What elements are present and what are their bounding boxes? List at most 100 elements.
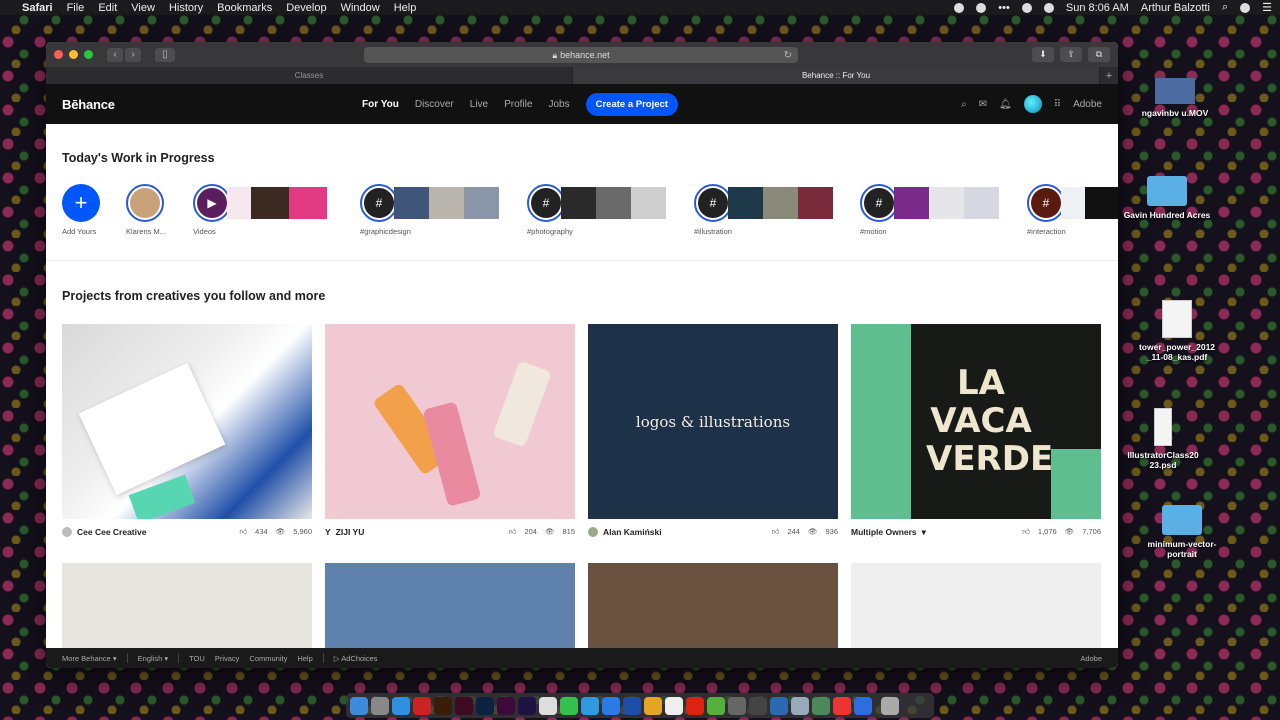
- user-avatar[interactable]: [1023, 95, 1042, 113]
- wip-videos[interactable]: ▶ Videos: [193, 184, 327, 236]
- menu-view[interactable]: View: [131, 2, 155, 14]
- project-thumbnail[interactable]: [325, 563, 575, 648]
- wip-interaction[interactable]: # #interaction: [1027, 184, 1118, 236]
- plus-icon[interactable]: +: [62, 184, 100, 222]
- owner-name[interactable]: ZIJI YU: [336, 527, 365, 537]
- desktop-folder-portrait[interactable]: minimum-vector-portrait: [1137, 505, 1227, 559]
- project-thumbnail[interactable]: [851, 563, 1101, 648]
- tab-behance[interactable]: Behance :: For You: [573, 67, 1100, 84]
- adobe-logo[interactable]: Adobe: [1073, 99, 1102, 110]
- wifi-icon[interactable]: [1021, 2, 1032, 13]
- wip-add-yours[interactable]: + Add Yours: [62, 184, 100, 236]
- reload-icon[interactable]: ↻: [784, 50, 792, 61]
- spotlight-icon[interactable]: ⌕: [1222, 1, 1228, 14]
- footer-help[interactable]: Help: [297, 654, 312, 663]
- project-thumbnail[interactable]: logos & illustrations: [588, 324, 838, 519]
- android-icon[interactable]: [707, 696, 725, 715]
- menu-history[interactable]: History: [169, 2, 203, 14]
- photoshop-icon[interactable]: [476, 696, 494, 715]
- menu-help[interactable]: Help: [394, 2, 417, 14]
- tab-classes[interactable]: Classes: [46, 67, 573, 84]
- language-selector[interactable]: English ▾: [138, 654, 168, 663]
- record-icon[interactable]: [954, 2, 965, 13]
- xd-icon[interactable]: [497, 696, 515, 715]
- network-icon[interactable]: [770, 696, 788, 715]
- desktop-file-pdf[interactable]: tower_power_2012 _11-08_kas.pdf: [1132, 300, 1222, 362]
- illustrator-icon[interactable]: [434, 696, 452, 715]
- more-behance-link[interactable]: More Behance ▾: [62, 654, 117, 663]
- zoom-window-button[interactable]: [84, 50, 93, 59]
- menu-file[interactable]: File: [67, 2, 85, 14]
- siri-icon[interactable]: [1240, 2, 1251, 13]
- notifications-icon[interactable]: 🔔︎: [999, 99, 1012, 110]
- menubar-clock[interactable]: Sun 8:06 AM: [1066, 2, 1129, 14]
- project-card[interactable]: LA VACA VERDE Multiple Owners ▾ 👍︎ 1,076 👁︎…: [851, 324, 1101, 545]
- search-icon[interactable]: ⌕: [961, 99, 967, 110]
- project-thumbnail[interactable]: [62, 324, 312, 519]
- desktop-file-psd[interactable]: IllustratorClass20 23.psd: [1118, 408, 1208, 470]
- acrobat-icon[interactable]: [413, 696, 431, 715]
- facetime-icon[interactable]: [854, 696, 872, 715]
- apps-grid-icon[interactable]: ⠿: [1054, 99, 1061, 110]
- wip-graphicdesign[interactable]: # #graphicdesign: [360, 184, 499, 236]
- tabs-overview-icon[interactable]: ⧉: [1088, 47, 1110, 62]
- project-thumbnail[interactable]: [325, 324, 575, 519]
- trash-icon[interactable]: [881, 696, 899, 715]
- project-thumbnail[interactable]: [62, 563, 312, 648]
- footer-community[interactable]: Community: [249, 654, 287, 663]
- nav-jobs[interactable]: Jobs: [548, 99, 569, 110]
- forward-button[interactable]: ›: [125, 47, 141, 62]
- app-store-icon[interactable]: [602, 696, 620, 715]
- nav-profile[interactable]: Profile: [504, 99, 532, 110]
- chrome-icon[interactable]: [644, 696, 662, 715]
- owner-name[interactable]: Alan Kamiński: [603, 527, 662, 537]
- footer-tou[interactable]: TOU: [189, 654, 205, 663]
- sidebar-toggle-icon[interactable]: ▯: [155, 47, 175, 62]
- wip-illustration[interactable]: # #illustration: [694, 184, 833, 236]
- nav-live[interactable]: Live: [470, 99, 488, 110]
- indesign-icon[interactable]: [455, 696, 473, 715]
- calendar-icon[interactable]: [539, 696, 557, 715]
- address-bar[interactable]: 🔒︎ behance.net ↻: [364, 47, 798, 63]
- messages-icon[interactable]: ✉: [979, 99, 987, 110]
- zoom-app-icon[interactable]: [581, 696, 599, 715]
- behance-logo[interactable]: Bēhance: [62, 97, 362, 112]
- wip-photography[interactable]: # #photography: [527, 184, 666, 236]
- safari-icon[interactable]: [392, 696, 410, 715]
- desktop-file-mov[interactable]: ngavinbv u.MOV: [1130, 78, 1220, 118]
- project-card[interactable]: logos & illustrations Alan Kamiński 👍︎ 24…: [588, 324, 838, 545]
- disk-utility-icon[interactable]: [749, 696, 767, 715]
- footer-adchoices[interactable]: ▷ AdChoices: [334, 654, 378, 663]
- close-window-button[interactable]: [54, 50, 63, 59]
- project-card[interactable]: Y ZIJI YU 👍︎ 204 👁︎ 815: [325, 324, 575, 545]
- launchpad-icon[interactable]: [371, 696, 389, 715]
- finder-icon[interactable]: [350, 696, 368, 715]
- chevron-down-icon[interactable]: ▾: [922, 527, 926, 538]
- after-effects-icon[interactable]: [518, 696, 536, 715]
- project-thumbnail[interactable]: LA VACA VERDE: [851, 324, 1101, 519]
- project-thumbnail[interactable]: [588, 563, 838, 648]
- menu-edit[interactable]: Edit: [98, 2, 117, 14]
- nav-for-you[interactable]: For You: [362, 99, 399, 110]
- minimize-window-button[interactable]: [69, 50, 78, 59]
- nav-discover[interactable]: Discover: [415, 99, 454, 110]
- owner-name[interactable]: Cee Cee Creative: [77, 527, 146, 537]
- owner-name[interactable]: Multiple Owners: [851, 527, 917, 537]
- system-preferences-icon[interactable]: [728, 696, 746, 715]
- volume-icon[interactable]: [1043, 2, 1054, 13]
- menu-window[interactable]: Window: [341, 2, 380, 14]
- vpn-icon[interactable]: [623, 696, 641, 715]
- wip-klarens[interactable]: Klarens M...: [126, 184, 166, 236]
- control-center-icon[interactable]: ☰: [1262, 1, 1272, 14]
- desktop-folder-gavin[interactable]: Gavin Hundred Acres: [1122, 176, 1212, 220]
- folder-dock-icon[interactable]: [812, 696, 830, 715]
- back-button[interactable]: ‹: [107, 47, 123, 62]
- menu-app[interactable]: Safari: [22, 2, 53, 14]
- creative-cloud-app-icon[interactable]: [686, 696, 704, 715]
- create-project-button[interactable]: Create a Project: [585, 92, 678, 116]
- share-icon[interactable]: ⇪: [1060, 47, 1082, 62]
- menu-develop[interactable]: Develop: [286, 2, 326, 14]
- menubar-user[interactable]: Arthur Balzotti: [1141, 2, 1210, 14]
- project-card[interactable]: Cee Cee Creative 👍︎ 434 👁︎ 5,960: [62, 324, 312, 545]
- preview-doc-icon[interactable]: [791, 696, 809, 715]
